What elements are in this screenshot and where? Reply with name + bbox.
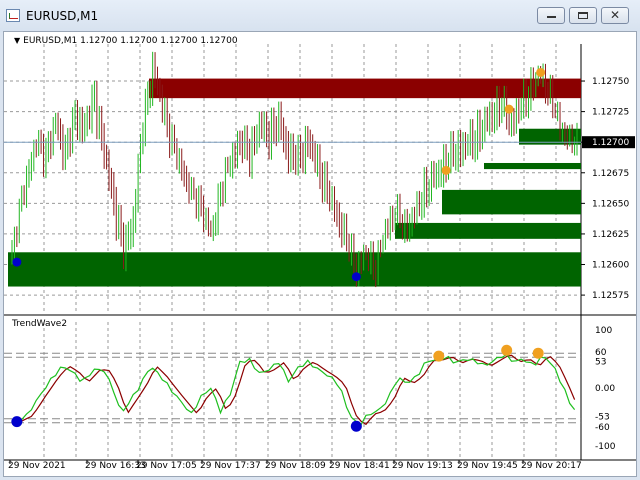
current-price-label: 1.12700 — [592, 138, 629, 148]
indicator-name: TrendWave2 — [12, 319, 68, 329]
chart-window: EURUSD,M1 ✕ 1.12750 1.12725 1.12675 1.12650… — [0, 0, 640, 480]
price-signal-dot — [504, 104, 514, 114]
oscillator-signal-dot — [11, 416, 23, 428]
price-signal-dot — [12, 257, 22, 267]
price-chart[interactable]: 1.12750 1.12725 1.12675 1.12650 1.12625 1.126… — [4, 32, 636, 476]
symbol-info: ▼ EURUSD,M1 1.12700 1.12700 1.12700 1.127… — [14, 36, 238, 46]
price-signal-dot — [351, 272, 361, 282]
time-tick-label: 29 Nov 18:09 — [265, 461, 326, 471]
maximize-icon — [570, 8, 596, 23]
oscillator-signal-dot — [350, 420, 362, 432]
price-tick-label: 1.12750 — [592, 77, 629, 87]
oscillator-signal-dot — [532, 347, 544, 359]
demand-zone — [484, 162, 581, 170]
oscillator-slow-line — [12, 354, 576, 426]
chart-area[interactable]: 1.12750 1.12725 1.12675 1.12650 1.12625 1.126… — [3, 31, 637, 477]
price-signal-dot — [536, 67, 546, 77]
oscillator-tick-label: 53 — [595, 357, 606, 367]
time-tick-label: 29 Nov 20:17 — [521, 461, 582, 471]
oscillator-tick-label: -100 — [595, 442, 616, 452]
price-tick-label: 1.12675 — [592, 169, 629, 179]
maximize-button[interactable] — [569, 7, 597, 24]
oscillator-tick-label: 0.00 — [595, 384, 615, 394]
time-tick-label: 29 Nov 18:41 — [329, 461, 390, 471]
time-tick-label: 29 Nov 19:13 — [392, 461, 453, 471]
oscillator-tick-label: 100 — [595, 326, 612, 336]
demand-zone — [442, 189, 581, 215]
oscillator-tick-label: -60 — [595, 423, 610, 433]
chart-window-icon — [6, 9, 20, 22]
collapse-triangle-icon[interactable]: ▼ — [14, 36, 20, 45]
price-tick-label: 1.12625 — [592, 230, 629, 240]
demand-zone — [395, 222, 581, 239]
time-tick-label: 29 Nov 17:37 — [200, 461, 261, 471]
time-tick-label: 29 Nov 2021 — [8, 461, 66, 471]
oscillator-signal-dot — [433, 350, 445, 362]
minimize-icon — [538, 8, 564, 23]
price-tick-label: 1.12650 — [592, 199, 629, 209]
title-bar[interactable]: EURUSD,M1 ✕ — [0, 0, 640, 32]
close-button[interactable]: ✕ — [601, 7, 629, 24]
price-signal-dot — [441, 165, 451, 175]
symbol-info-text: EURUSD,M1 1.12700 1.12700 1.12700 1.1270… — [23, 36, 238, 46]
oscillator-tick-label: -53 — [595, 413, 610, 423]
price-tick-label: 1.12575 — [592, 291, 629, 301]
window-title: EURUSD,M1 — [26, 9, 99, 23]
close-icon: ✕ — [609, 8, 621, 22]
oscillator-signal-dot — [501, 344, 513, 356]
demand-zone — [8, 252, 581, 287]
supply-zone — [149, 78, 581, 99]
time-tick-label: 29 Nov 17:05 — [136, 461, 197, 471]
price-tick-label: 1.12600 — [592, 261, 629, 271]
price-tick-label: 1.12725 — [592, 108, 629, 118]
minimize-button[interactable] — [537, 7, 565, 24]
time-tick-label: 29 Nov 19:45 — [457, 461, 518, 471]
